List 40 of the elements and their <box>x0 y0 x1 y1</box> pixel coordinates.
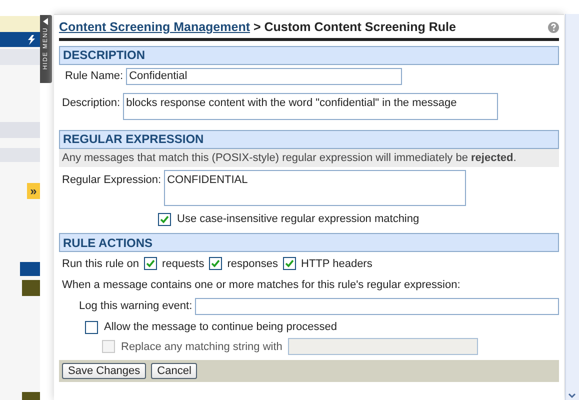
description-field[interactable]: blocks response content with the word "confidential" in the message <box>123 92 498 120</box>
checkbox[interactable] <box>158 212 171 226</box>
field-label: Log this warning event: <box>79 299 192 314</box>
rule-name-field[interactable]: Confidential <box>126 68 402 85</box>
check-icon <box>160 214 169 224</box>
help-icon[interactable] <box>548 22 559 33</box>
match-text: When a message contains one or more matches for this rule's regular expression: <box>61 278 462 294</box>
sidebar-item[interactable] <box>0 32 40 47</box>
log-event-field[interactable] <box>195 298 559 315</box>
checkbox-label: Replace any matching string with <box>121 340 282 354</box>
checkbox[interactable] <box>85 320 98 334</box>
checkbox-label: responses <box>227 256 278 272</box>
expand-button[interactable]: » <box>27 183 40 199</box>
section-header: RULE ACTIONS <box>59 233 559 252</box>
checkbox-label: requests <box>162 256 204 272</box>
section-header: DESCRIPTION <box>59 46 559 65</box>
page-title: Content Screening Management > Custom Content Screening Rule <box>59 19 457 36</box>
check-icon <box>285 259 294 268</box>
checkbox-label: HTTP headers <box>301 256 372 272</box>
field-label: Rule Name: <box>65 69 124 84</box>
checkbox[interactable] <box>144 257 158 270</box>
scroll-down-icon[interactable] <box>566 392 578 400</box>
regex-note: Any messages that match this (POSIX-style) regular expression will immediately be rejected. <box>59 148 559 167</box>
cancel-button[interactable]: Cancel <box>151 363 198 380</box>
check-icon <box>146 259 156 268</box>
checkbox[interactable] <box>209 257 222 270</box>
checkbox-label: Use case-insensitive regular expression matching <box>177 212 420 227</box>
checkbox-label: Allow the message to continue being processed <box>104 320 337 335</box>
save-button[interactable]: Save Changes <box>62 363 146 380</box>
run-on-label: Run this rule on <box>62 256 140 272</box>
field-label: Description: <box>62 96 120 111</box>
replace-field[interactable] <box>288 338 478 356</box>
check-icon <box>211 259 220 268</box>
checkbox[interactable] <box>283 257 296 270</box>
section-header: REGULAR EXPRESSION <box>59 130 559 149</box>
breadcrumb-link[interactable]: Content Screening Management <box>59 20 250 34</box>
lightning-icon[interactable] <box>27 34 36 44</box>
collapse-arrow-icon <box>43 18 49 25</box>
field-label: Regular Expression: <box>62 172 162 188</box>
regex-field[interactable]: CONFIDENTIAL <box>164 170 466 206</box>
